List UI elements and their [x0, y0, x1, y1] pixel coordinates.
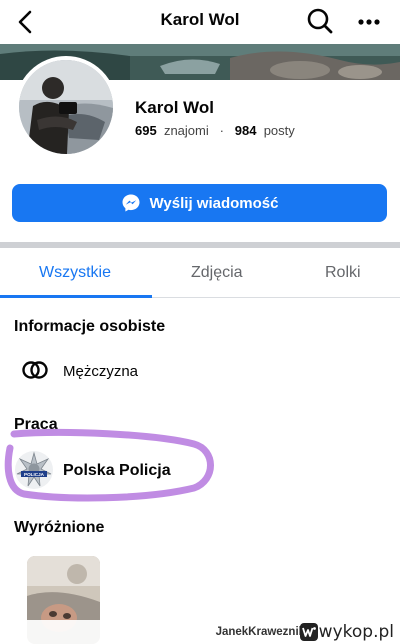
posts-label[interactable]: posty	[264, 123, 295, 138]
active-tab-indicator	[0, 295, 152, 298]
search-icon[interactable]	[306, 7, 334, 35]
work-title: Praca	[14, 416, 58, 433]
tab-reels[interactable]: Rolki	[325, 264, 361, 282]
badge-text: POLICJA	[24, 472, 45, 477]
personal-info-title: Informacje osobiste	[14, 318, 166, 335]
tab-all[interactable]: Wszystkie	[39, 264, 111, 282]
gender-value: Mężczyzna	[63, 363, 139, 380]
wykop-brand-text: wykop.pl	[318, 622, 394, 642]
wykop-logo: wykop.pl	[299, 622, 394, 642]
tab-photos[interactable]: Zdjęcia	[191, 264, 243, 282]
watermark-bar: JanekKraweznik z wykop.pl	[0, 620, 400, 644]
posts-count[interactable]: 984	[235, 123, 257, 138]
friends-label[interactable]: znajomi	[164, 123, 209, 138]
avatar[interactable]	[15, 56, 117, 158]
employer-value[interactable]: Polska Policja	[63, 462, 171, 480]
friends-count[interactable]: 695	[135, 123, 157, 138]
stats-separator: ·	[219, 123, 224, 138]
tab-bar: Wszystkie Zdjęcia Rolki	[0, 248, 400, 298]
send-message-button[interactable]: Wyślij wiadomość	[12, 184, 387, 222]
profile-name: Karol Wol	[135, 98, 215, 117]
page-title: Karol Wol	[160, 10, 240, 29]
police-badge-icon[interactable]: POLICJA	[14, 450, 54, 490]
wykop-logo-icon	[299, 623, 318, 641]
profile-stats: 695 znajomi · 984 posty	[135, 123, 295, 138]
more-dots-icon[interactable]	[355, 12, 383, 32]
top-bar: Karol Wol	[0, 0, 400, 44]
featured-title: Wyróżnione	[14, 519, 105, 536]
gender-rings-icon	[22, 361, 48, 379]
messenger-icon	[122, 194, 140, 212]
send-message-label: Wyślij wiadomość	[149, 194, 279, 212]
avatar-photo	[19, 60, 113, 154]
